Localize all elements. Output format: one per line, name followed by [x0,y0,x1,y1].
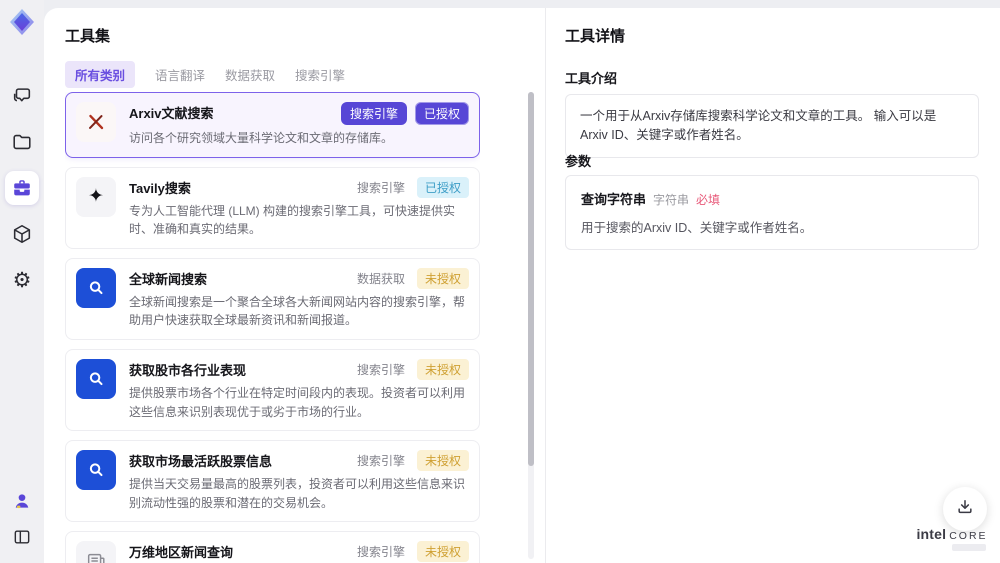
tool-card-global-news[interactable]: 全球新闻搜索 数据获取 未授权 全球新闻搜索是一个聚合全球各大新闻网站内容的搜索… [65,257,480,340]
intel-core-logo: intel CORE [914,526,990,551]
brand-sub-name: CORE [949,530,988,542]
status-badge: 未授权 [416,450,469,472]
sidebar-item-settings[interactable]: ⚙︎ [5,263,39,297]
tool-list-panel: 工具集 所有类别 语言翻译 数据获取 搜索引擎 Arxiv文献搜索 搜索引擎 已… [44,8,546,563]
tab-search-engine[interactable]: 搜索引擎 [295,61,345,88]
brand-tagline-placeholder [952,544,986,551]
category-label: 数据获取 [356,271,405,286]
tool-title: Arxiv文献搜索 [129,106,214,121]
status-badge: 已授权 [416,176,469,198]
tool-title: 获取股市各行业表现 [129,362,247,378]
folder-icon [11,131,33,153]
news-search-icon [76,267,116,308]
param-required-flag: 必填 [696,193,721,207]
params-heading: 参数 [565,154,592,169]
scrollbar-thumb[interactable] [528,92,534,466]
param-box: 查询字符串 字符串 必填 用于搜索的Arxiv ID、关键字或作者姓名。 [565,175,979,250]
brand-name: intel [916,526,947,542]
category-tabs: 所有类别 语言翻译 数据获取 搜索引擎 [65,61,345,88]
tab-data-fetch[interactable]: 数据获取 [225,61,275,88]
region-news-icon [76,541,116,563]
active-stock-search-icon [76,450,116,491]
tool-title: 全球新闻搜索 [129,271,208,287]
tab-all-categories[interactable]: 所有类别 [65,61,136,88]
category-label: 搜索引擎 [356,362,405,377]
tool-card-active-stocks[interactable]: 获取市场最活跃股票信息 搜索引擎 未授权 提供当天交易量最高的股票列表，投资者可… [65,440,480,523]
user-avatar-icon [12,491,32,511]
intro-heading: 工具介绍 [565,71,618,86]
category-label: 搜索引擎 [356,454,405,469]
tool-title: 获取市场最活跃股票信息 [129,454,273,470]
download-icon [955,497,975,522]
tool-title: 万维地区新闻查询 [129,545,234,561]
detail-title: 工具详情 [565,28,626,45]
param-name: 查询字符串 [581,192,647,207]
tool-list: Arxiv文献搜索 搜索引擎 已授权 访问各个研究领域大量科学论文和文章的存储库… [65,92,480,563]
collapse-sidebar-button[interactable] [5,523,39,551]
page-title: 工具集 [65,28,111,45]
param-description: 用于搜索的Arxiv ID、关键字或作者姓名。 [581,221,813,235]
intro-text: 一个用于从Arxiv存储库搜索科学论文和文章的工具。 输入可以是Arxiv ID… [580,109,937,142]
sidebar-item-plugins[interactable] [5,217,39,251]
status-badge: 未授权 [416,541,469,563]
chat-icon [11,85,33,107]
status-badge: 未授权 [416,267,469,289]
collapse-panel-icon [12,527,32,547]
tool-card-region-news[interactable]: 万维地区新闻查询 搜索引擎 未授权 查询具体行政区划内的新闻，快速了解各地新闻动… [65,531,480,563]
sidebar-item-files[interactable] [5,125,39,159]
tool-detail-panel: 工具详情 工具介绍 一个用于从Arxiv存储库搜索科学论文和文章的工具。 输入可… [546,8,1000,563]
tool-description: 提供股票市场各个行业在特定时间段内的表现。投资者可以利用这些信息来识别表现优于或… [129,385,466,419]
tab-language-translation[interactable]: 语言翻译 [155,61,205,88]
package-icon [11,223,33,245]
tool-description: 专为人工智能代理 (LLM) 构建的搜索引擎工具，可快速提供实时、准确和真实的结… [129,203,456,237]
tavily-icon: ✦ [76,176,116,217]
category-label: 搜索引擎 [356,545,405,560]
stock-sector-search-icon [76,358,116,399]
sidebar-item-account[interactable] [5,487,39,515]
param-type: 字符串 [653,193,690,207]
tool-title: Tavily搜索 [129,180,191,196]
status-badge: 已授权 [414,102,469,125]
sidebar-item-chat[interactable] [5,79,39,113]
tool-card-arxiv[interactable]: Arxiv文献搜索 搜索引擎 已授权 访问各个研究领域大量科学论文和文章的存储库… [65,92,480,158]
status-badge: 未授权 [416,358,469,380]
sidebar-item-tools[interactable] [5,171,39,205]
arxiv-icon [76,102,116,142]
list-scrollbar[interactable] [528,92,534,559]
tool-card-stock-sectors[interactable]: 获取股市各行业表现 搜索引擎 未授权 提供股票市场各个行业在特定时间段内的表现。… [65,348,480,432]
briefcase-icon [11,177,33,199]
tool-description: 全球新闻搜索是一个聚合全球各大新闻网站内容的搜索引擎，帮助用户快速获取全球最新资… [129,294,466,328]
intro-box: 一个用于从Arxiv存储库搜索科学论文和文章的工具。 输入可以是Arxiv ID… [565,94,979,158]
tool-description: 访问各个研究领域大量科学论文和文章的存储库。 [129,131,394,145]
app-logo [7,7,37,37]
tool-card-tavily[interactable]: ✦ Tavily搜索 搜索引擎 已授权 专为人工智能代理 (LLM) 构建的搜索… [65,166,480,249]
gear-icon: ⚙︎ [12,268,32,292]
main-panel: 工具集 所有类别 语言翻译 数据获取 搜索引擎 Arxiv文献搜索 搜索引擎 已… [44,8,1000,563]
download-button[interactable] [943,487,987,531]
tool-description: 提供当天交易量最高的股票列表，投资者可以利用这些信息来识别流动性强的股票和潜在的… [129,477,466,510]
sidebar: ⚙︎ [0,0,44,563]
category-badge: 搜索引擎 [340,102,407,125]
category-label: 搜索引擎 [356,180,405,195]
